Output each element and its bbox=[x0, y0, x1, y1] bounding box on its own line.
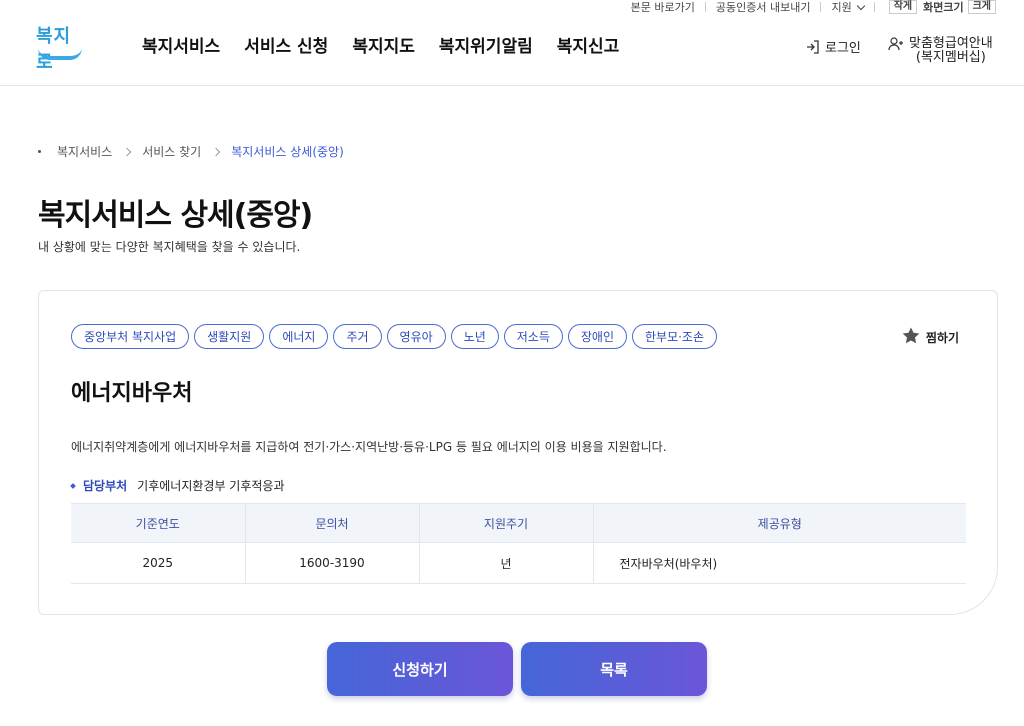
service-description: 에너지취약계층에게 에너지바우처를 지급하여 전기·가스·지역난방·등유·LPG… bbox=[71, 440, 667, 454]
site-logo[interactable]: 복지로 bbox=[36, 22, 86, 73]
nav-service-apply[interactable]: 서비스 신청 bbox=[244, 32, 328, 57]
department-label: 담당부처 bbox=[83, 479, 128, 493]
breadcrumb-item[interactable]: 복지서비스 bbox=[57, 143, 112, 160]
column-header-cycle: 지원주기 bbox=[419, 503, 594, 543]
tag-living-support[interactable]: 생활지원 bbox=[194, 324, 265, 349]
main-nav: 복지서비스 서비스 신청 복지지도 복지위기알림 복지신고 bbox=[142, 32, 643, 57]
nav-welfare-report[interactable]: 복지신고 bbox=[557, 32, 620, 57]
table-header-row: 기준연도 문의처 지원주기 제공유형 bbox=[71, 503, 966, 543]
login-icon bbox=[806, 39, 820, 54]
diamond-bullet-icon bbox=[70, 482, 76, 489]
column-header-type: 제공유형 bbox=[593, 503, 966, 543]
tag-elderly[interactable]: 노년 bbox=[450, 324, 499, 349]
breadcrumb-item[interactable]: 서비스 찾기 bbox=[142, 143, 201, 160]
nav-welfare-map[interactable]: 복지지도 bbox=[352, 32, 415, 57]
star-icon bbox=[902, 327, 920, 347]
site-header: 복지로 복지서비스 서비스 신청 복지지도 복지위기알림 복지신고 로그인 맞춤… bbox=[0, 0, 1024, 86]
membership-link[interactable]: 맞춤형급여안내 (복지멤버십) bbox=[888, 37, 993, 65]
login-label: 로그인 bbox=[825, 41, 861, 56]
cell-contact: 1600-3190 bbox=[245, 542, 420, 584]
tag-list: 중앙부처 복지사업 생활지원 에너지 주거 영유아 노년 저소득 장애인 한부모… bbox=[71, 324, 718, 349]
tag-housing[interactable]: 주거 bbox=[333, 324, 382, 349]
service-detail-card: 중앙부처 복지사업 생활지원 에너지 주거 영유아 노년 저소득 장애인 한부모… bbox=[38, 290, 998, 615]
logo-smile-icon bbox=[38, 48, 82, 60]
department-value: 기후에너지환경부 기후적응과 bbox=[137, 479, 285, 493]
nav-welfare-services[interactable]: 복지서비스 bbox=[142, 32, 220, 57]
user-plus-icon bbox=[888, 37, 904, 65]
page-subtitle: 내 상황에 맞는 다양한 복지혜택을 찾을 수 있습니다. bbox=[38, 240, 301, 254]
chevron-right-icon bbox=[122, 147, 132, 156]
page-title: 복지서비스 상세(중앙) bbox=[38, 198, 313, 233]
service-info-table: 기준연도 문의처 지원주기 제공유형 2025 1600-3190 년 전자바우… bbox=[71, 503, 966, 584]
membership-label-line2: (복지멤버십) bbox=[915, 50, 986, 65]
tag-energy[interactable]: 에너지 bbox=[269, 324, 329, 349]
nav-crisis-alert[interactable]: 복지위기알림 bbox=[439, 32, 533, 57]
breadcrumb: 복지서비스 서비스 찾기 복지서비스 상세(중앙) bbox=[38, 143, 344, 160]
cell-cycle: 년 bbox=[419, 542, 594, 584]
favorite-button[interactable]: 찜하기 bbox=[902, 327, 959, 347]
favorite-label: 찜하기 bbox=[925, 330, 959, 345]
column-header-year: 기준연도 bbox=[71, 503, 246, 543]
table-row: 2025 1600-3190 년 전자바우처(바우처) bbox=[71, 542, 966, 584]
tag-disabled[interactable]: 장애인 bbox=[567, 324, 627, 349]
tag-single-parent[interactable]: 한부모·조손 bbox=[632, 324, 718, 349]
apply-button[interactable]: 신청하기 bbox=[327, 642, 513, 696]
login-link[interactable]: 로그인 bbox=[806, 37, 861, 56]
breadcrumb-current: 복지서비스 상세(중앙) bbox=[231, 145, 344, 159]
tag-central-ministry[interactable]: 중앙부처 복지사업 bbox=[71, 324, 190, 349]
membership-label-line1: 맞춤형급여안내 bbox=[909, 36, 993, 51]
tag-infants[interactable]: 영유아 bbox=[386, 324, 446, 349]
department-info: 담당부처 기후에너지환경부 기후적응과 bbox=[70, 477, 285, 494]
cell-type: 전자바우처(바우처) bbox=[593, 542, 966, 584]
tag-low-income[interactable]: 저소득 bbox=[503, 324, 563, 349]
cell-year: 2025 bbox=[71, 542, 246, 584]
column-header-contact: 문의처 bbox=[245, 503, 420, 543]
membership-label: 맞춤형급여안내 (복지멤버십) bbox=[909, 37, 993, 65]
list-button[interactable]: 목록 bbox=[521, 642, 707, 696]
chevron-right-icon bbox=[211, 147, 221, 156]
home-dot-icon bbox=[38, 150, 41, 153]
service-name: 에너지바우처 bbox=[71, 381, 193, 406]
